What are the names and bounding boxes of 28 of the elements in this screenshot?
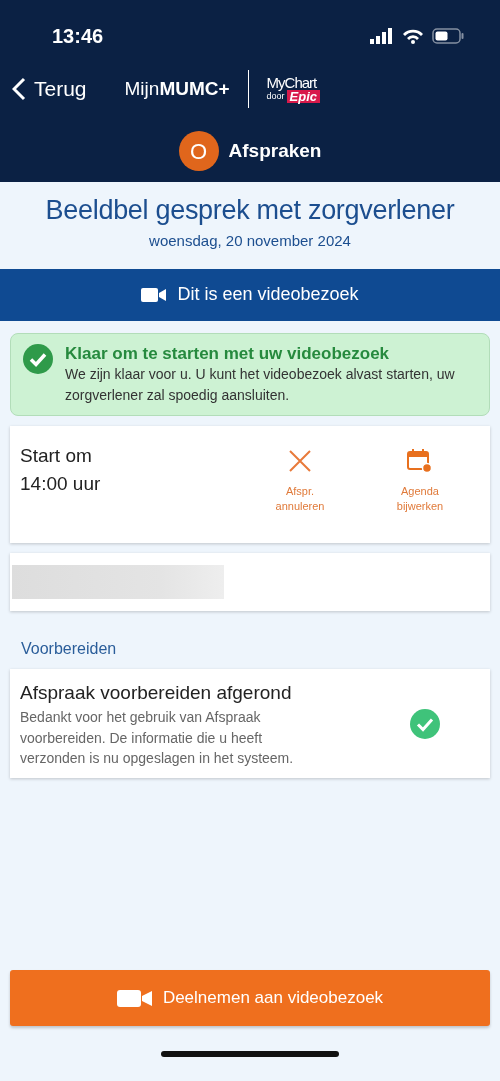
partner-by-text: door bbox=[266, 92, 285, 101]
battery-icon bbox=[432, 28, 464, 44]
action-button[interactable]: Afspr. annuleren bbox=[240, 441, 360, 527]
check-circle-icon bbox=[23, 343, 53, 374]
alert-title: Klaar om te starten met uw videobezoek bbox=[65, 343, 391, 365]
appointment-title: Beeldbel gesprek met zorgverlener bbox=[44, 194, 456, 227]
join-button[interactable]: Deelnemen aan videobezoek bbox=[10, 970, 490, 1026]
vendor-logo: Epic bbox=[286, 90, 321, 103]
action-button[interactable]: Agenda bijwerken bbox=[360, 441, 480, 527]
wifi-icon bbox=[402, 28, 424, 44]
chevron-left-icon bbox=[12, 77, 26, 101]
section-heading: Voorbereiden bbox=[21, 638, 118, 659]
appointment-date: woensdag, 20 november 2024 bbox=[148, 231, 352, 252]
calendar-icon bbox=[407, 447, 433, 474]
start-label: Start om bbox=[20, 443, 93, 468]
close-icon bbox=[287, 447, 313, 474]
banner-text: Dit is een videobezoek bbox=[177, 283, 359, 307]
prepare-text: Bedankt voor het gebruik van Afspraak voorbereiden. De informatie die u heeft verzonden is nu opgeslagen in het systeem. bbox=[20, 708, 295, 768]
prepare-title: Afspraak voorbereiden afgerond bbox=[20, 680, 293, 705]
status-time: 13:46 bbox=[52, 24, 104, 49]
start-time: 14:00 uur bbox=[20, 472, 102, 497]
back-button[interactable]: Terug bbox=[12, 73, 87, 105]
video-camera-icon bbox=[116, 987, 153, 1009]
section-avatar: O bbox=[178, 131, 219, 171]
signal-icon bbox=[370, 28, 394, 44]
section-title: Afspraken bbox=[228, 138, 322, 163]
brand-logo: MijnMUMC+ bbox=[124, 76, 230, 101]
alert-text: We zijn klaar voor u. U kunt het videobezoek alvast starten, uw zorgverlener zal spoedig aansluiten. bbox=[65, 365, 456, 405]
